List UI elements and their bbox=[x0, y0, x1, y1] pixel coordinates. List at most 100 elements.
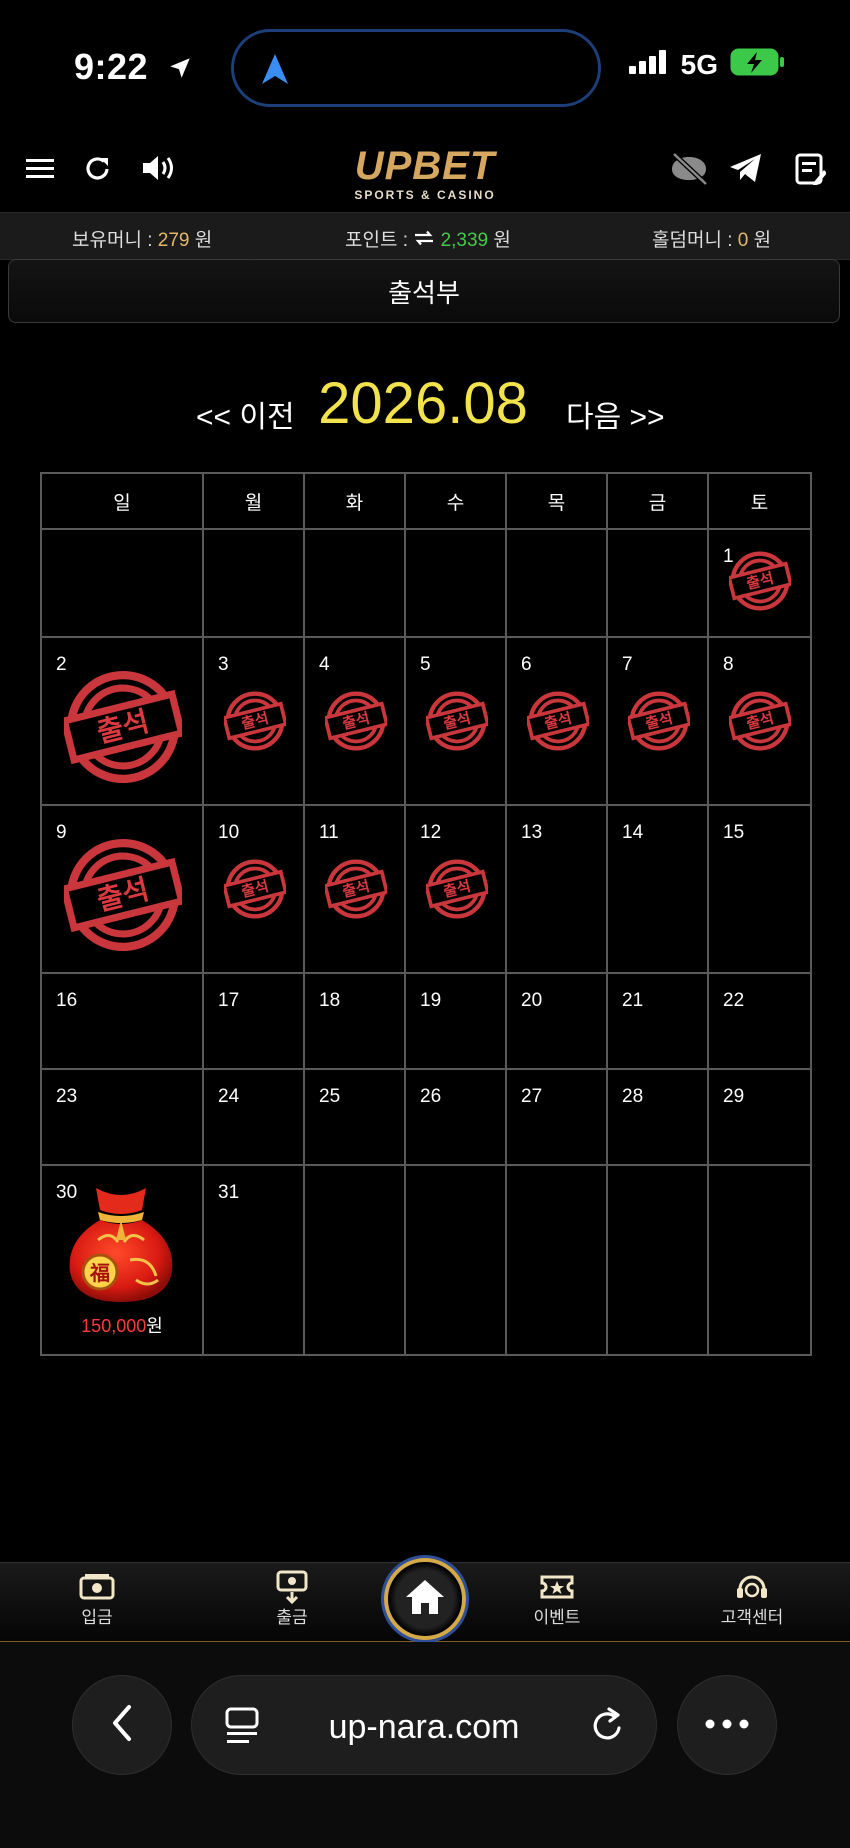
attendance-stamp-icon: 출석 bbox=[524, 690, 592, 757]
point-info[interactable]: 포인트 : 2,339 원 bbox=[345, 225, 511, 252]
calendar-empty-cell bbox=[303, 1164, 406, 1356]
prev-month-button[interactable]: << 이전 bbox=[196, 392, 295, 436]
brand-subtitle: SPORTS & CASINO bbox=[354, 188, 496, 202]
menu-icon[interactable] bbox=[24, 152, 56, 189]
calendar-empty-cell bbox=[505, 528, 608, 638]
address-bar[interactable]: up-nara.com bbox=[191, 1675, 657, 1775]
speaker-icon[interactable] bbox=[140, 152, 180, 189]
calendar-empty-cell bbox=[404, 528, 507, 638]
nav-withdraw-label: 출금 bbox=[276, 1608, 308, 1627]
chevron-left-icon bbox=[107, 1703, 137, 1748]
calendar-week-row: 2 출석 3 출석 4 출석 5 출석 6 출석 7 출석 8 출석 bbox=[40, 636, 812, 806]
ellipsis-icon bbox=[705, 1716, 749, 1734]
home-button[interactable] bbox=[384, 1558, 466, 1640]
home-icon bbox=[404, 1578, 446, 1621]
weekday-mon: 월 bbox=[202, 472, 305, 530]
navigation-arrow-icon bbox=[260, 52, 290, 91]
no-chat-icon[interactable] bbox=[668, 152, 710, 191]
next-month-button[interactable]: 다음 >> bbox=[566, 392, 665, 436]
day-number: 31 bbox=[218, 1182, 240, 1203]
prize-amount: 150,000원 bbox=[42, 1312, 202, 1338]
nav-event[interactable]: 이벤트 bbox=[502, 1571, 612, 1628]
calendar-day-cell: 25 bbox=[303, 1068, 406, 1166]
lucky-bag-icon: 福 bbox=[58, 1180, 184, 1311]
calendar-day-cell: 20 bbox=[505, 972, 608, 1070]
day-number: 22 bbox=[723, 990, 745, 1011]
balance-unit: 원 bbox=[194, 230, 213, 251]
attendance-stamp-icon: 출석 bbox=[322, 858, 390, 925]
calendar-day-cell: 1 출석 bbox=[707, 528, 812, 638]
browser-back-button[interactable] bbox=[72, 1675, 172, 1775]
calendar-day-cell: 28 bbox=[606, 1068, 709, 1166]
network-type: 5G bbox=[680, 48, 718, 80]
calendar-day-cell: 15 bbox=[707, 804, 812, 974]
day-number: 6 bbox=[521, 654, 532, 675]
calendar-day-cell: 24 bbox=[202, 1068, 305, 1166]
calendar-empty-cell bbox=[606, 1164, 709, 1356]
reload-icon[interactable] bbox=[588, 1704, 628, 1753]
weekday-fri: 금 bbox=[606, 472, 709, 530]
attendance-stamp-icon: 출석 bbox=[423, 690, 491, 757]
day-number: 5 bbox=[420, 654, 431, 675]
exchange-icon[interactable] bbox=[413, 230, 440, 251]
nav-withdraw[interactable]: 출금 bbox=[237, 1570, 347, 1628]
calendar-day-cell: 19 bbox=[404, 972, 507, 1070]
day-number: 7 bbox=[622, 654, 633, 675]
calendar-day-cell: 14 bbox=[606, 804, 709, 974]
calendar-day-cell: 2 출석 bbox=[40, 636, 204, 806]
refresh-icon[interactable] bbox=[82, 152, 114, 189]
calendar-day-cell: 9 출석 bbox=[40, 804, 204, 974]
day-number: 16 bbox=[56, 990, 78, 1011]
calendar-empty-cell bbox=[606, 528, 709, 638]
day-number: 23 bbox=[56, 1086, 78, 1107]
status-time: 9:22 bbox=[74, 46, 193, 90]
money-bar: 보유머니 : 279 원 포인트 : 2,339 원 홀덤머니 : 0 원 bbox=[0, 212, 850, 260]
attendance-stamp-icon: 출석 bbox=[726, 690, 794, 757]
browser-toolbar: up-nara.com bbox=[0, 1642, 850, 1848]
attendance-stamp-icon: 출석 bbox=[221, 858, 289, 925]
nav-deposit[interactable]: 입금 bbox=[42, 1571, 152, 1628]
balance-info: 보유머니 : 279 원 bbox=[72, 225, 212, 252]
holdem-label: 홀덤머니 : bbox=[652, 230, 733, 251]
day-number: 17 bbox=[218, 990, 240, 1011]
day-number: 21 bbox=[622, 990, 644, 1011]
browser-more-button[interactable] bbox=[677, 1675, 777, 1775]
weekday-sat: 토 bbox=[707, 472, 812, 530]
calendar-week-row: 9 출석 10 출석 11 출석 12 출석 13 14 15 bbox=[40, 804, 812, 974]
calendar-day-cell: 8 출석 bbox=[707, 636, 812, 806]
calendar-day-cell: 4 출석 bbox=[303, 636, 406, 806]
location-arrow-icon bbox=[167, 48, 193, 90]
attendance-stamp-icon: 출석 bbox=[625, 690, 693, 757]
month-navigation: << 이전 2026.08 다음 >> bbox=[0, 370, 850, 440]
day-number: 20 bbox=[521, 990, 543, 1011]
calendar-day-cell: 16 bbox=[40, 972, 204, 1070]
brand-logo[interactable]: UPBET SPORTS & CASINO bbox=[338, 146, 512, 202]
day-number: 3 bbox=[218, 654, 229, 675]
day-number: 29 bbox=[723, 1086, 745, 1107]
calendar-empty-cell bbox=[505, 1164, 608, 1356]
attendance-stamp-icon: 출석 bbox=[322, 690, 390, 757]
day-number: 28 bbox=[622, 1086, 644, 1107]
weekday-wed: 수 bbox=[404, 472, 507, 530]
day-number: 26 bbox=[420, 1086, 442, 1107]
day-number: 19 bbox=[420, 990, 442, 1011]
calendar-day-cell: 11 출석 bbox=[303, 804, 406, 974]
weekday-tue: 화 bbox=[303, 472, 406, 530]
signal-icon bbox=[628, 50, 669, 79]
prize-unit: 원 bbox=[146, 1316, 163, 1336]
prize-value: 150,000 bbox=[81, 1316, 147, 1336]
calendar-empty-cell bbox=[303, 528, 406, 638]
calendar-day-cell: 12 출석 bbox=[404, 804, 507, 974]
calendar-day-cell: 7 출석 bbox=[606, 636, 709, 806]
nav-support[interactable]: 고객센터 bbox=[697, 1571, 807, 1628]
attendance-stamp-icon: 출석 bbox=[726, 550, 794, 617]
calendar-week-row: 30 福 150,000원 31 bbox=[40, 1164, 812, 1356]
holdem-value: 0 bbox=[737, 230, 749, 251]
notes-icon[interactable] bbox=[794, 152, 827, 191]
status-bar: 9:22 5G bbox=[0, 0, 850, 130]
day-number: 4 bbox=[319, 654, 330, 675]
telegram-icon[interactable] bbox=[728, 152, 764, 189]
balance-value: 279 bbox=[157, 230, 190, 251]
day-number: 25 bbox=[319, 1086, 341, 1107]
day-number: 15 bbox=[723, 822, 745, 843]
